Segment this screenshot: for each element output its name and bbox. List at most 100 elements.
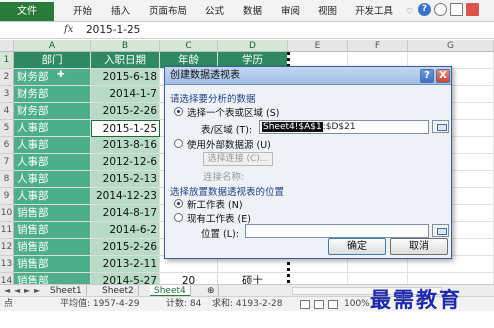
create-pivot-table-dialog: 创建数据透视表 ? X 请选择要分析的数据 选择一个表或区域 (S) 表/区域 … <box>164 66 452 259</box>
column-header-a[interactable]: A <box>14 40 91 52</box>
cell-dept[interactable]: 销售部 <box>14 256 91 273</box>
cell-date[interactable]: 2013-8-16 <box>91 137 160 154</box>
radio-select-table[interactable] <box>174 107 183 116</box>
column-header-g[interactable]: G <box>408 40 494 52</box>
cell-dept[interactable]: 销售部 <box>14 239 91 256</box>
ok-button[interactable]: 确定 <box>328 238 386 255</box>
restore-icon[interactable] <box>450 3 463 16</box>
row-header[interactable]: 4 <box>0 103 14 120</box>
cell-dept[interactable]: 人事部 <box>14 120 91 137</box>
zoom-level[interactable]: 100% <box>344 297 370 311</box>
section-choose-data: 请选择要分析的数据 <box>170 94 256 105</box>
cell-date[interactable]: 2015-1-25 <box>91 120 160 137</box>
cell-dept[interactable]: 人事部 <box>14 171 91 188</box>
label-location: 位置 (L): <box>201 229 239 240</box>
row-header[interactable]: 1 <box>0 52 14 69</box>
menu-data[interactable]: 数据 <box>243 2 262 21</box>
label-external-source[interactable]: 使用外部数据源 (U) <box>187 137 271 151</box>
row-header[interactable]: 11 <box>0 222 14 239</box>
row-header[interactable]: 5 <box>0 120 14 137</box>
cell-date[interactable]: 2014-12-23 <box>91 188 160 205</box>
label-connection-name: 连接名称: <box>203 172 245 183</box>
function-icon[interactable]: fx <box>64 24 73 35</box>
watermark-logo: 最需教育 <box>370 287 462 312</box>
dialog-help-button[interactable]: ? <box>420 69 434 83</box>
header-cell-date[interactable]: 入职日期 <box>91 52 160 69</box>
menu-insert[interactable]: 插入 <box>111 2 130 21</box>
cell-dept[interactable]: 财务部 <box>14 103 91 120</box>
cell-date[interactable]: 2015-2-26 <box>91 103 160 120</box>
row-header[interactable]: 3 <box>0 86 14 103</box>
column-header-c[interactable]: C <box>160 40 218 52</box>
status-ready: 点 <box>4 299 14 309</box>
help-icon[interactable]: ? <box>418 3 431 16</box>
menu-page-layout[interactable]: 页面布局 <box>149 2 187 21</box>
formula-input[interactable]: 2015-1-25 <box>86 24 140 36</box>
cell-date[interactable]: 2015-2-13 <box>91 171 160 188</box>
cell-date[interactable]: 2015-6-18 <box>91 69 160 86</box>
label-existing-sheet[interactable]: 现有工作表 (E) <box>187 211 251 225</box>
choose-connection-button[interactable]: 选择连接 (C)... <box>203 152 273 166</box>
page-layout-view-icon[interactable] <box>314 300 324 309</box>
cell-dept[interactable]: 人事部 <box>14 188 91 205</box>
cell-dept[interactable]: 人事部 <box>14 154 91 171</box>
range-value-rest: :$D$21 <box>322 122 356 132</box>
mouse-cursor-icon: ✚ <box>57 70 65 80</box>
status-average: 平均值: 1957-4-29 <box>60 299 140 309</box>
radio-new-sheet[interactable] <box>174 199 183 208</box>
menu-developer[interactable]: 开发工具 <box>355 2 393 21</box>
cell-dept[interactable]: 销售部 <box>14 222 91 239</box>
radio-existing-sheet[interactable] <box>174 213 183 222</box>
header-cell-dept[interactable]: 部门 <box>14 52 91 69</box>
label-new-sheet[interactable]: 新工作表 (N) <box>187 197 243 211</box>
cancel-button[interactable]: 取消 <box>390 238 448 255</box>
label-select-table[interactable]: 选择一个表或区域 (S) <box>187 105 279 119</box>
cell-date[interactable]: 2012-12-6 <box>91 154 160 171</box>
ribbon-menu-bar: 文件 开始 插入 页面布局 公式 数据 审阅 视图 开发工具 ♡ ? <box>0 0 494 22</box>
row-header[interactable]: 6 <box>0 137 14 154</box>
column-header-b[interactable]: B <box>91 40 160 52</box>
row-header[interactable]: 9 <box>0 188 14 205</box>
dialog-title: 创建数据透视表 <box>165 67 451 85</box>
file-tab[interactable]: 文件 <box>0 2 54 21</box>
cell-date[interactable]: 2013-2-11 <box>91 256 160 273</box>
row-header[interactable]: 8 <box>0 171 14 188</box>
row-header[interactable]: 12 <box>0 239 14 256</box>
menu-home[interactable]: 开始 <box>73 2 92 21</box>
menu-view[interactable]: 视图 <box>318 2 337 21</box>
formula-bar: fx 2015-1-25 <box>0 22 494 39</box>
select-all-corner[interactable] <box>0 40 14 52</box>
normal-view-icon[interactable] <box>300 300 310 309</box>
range-select-icon[interactable] <box>432 120 449 133</box>
minimize-icon[interactable] <box>434 3 447 16</box>
ribbon-collapse-icon[interactable]: ♡ <box>406 2 413 21</box>
dialog-close-button[interactable]: X <box>436 69 450 83</box>
table-range-input[interactable]: Sheet4!$A$1:$D$21 <box>259 120 429 134</box>
location-input[interactable] <box>245 224 429 238</box>
row-header[interactable]: 10 <box>0 205 14 222</box>
range-value-highlighted: Sheet4!$A$1 <box>262 122 323 132</box>
page-break-view-icon[interactable] <box>328 300 338 309</box>
location-select-icon[interactable] <box>432 224 449 237</box>
status-count: 计数: 84 <box>166 299 202 309</box>
cell-date[interactable]: 2014-8-17 <box>91 205 160 222</box>
row-header[interactable]: 13 <box>0 256 14 273</box>
cell-dept[interactable]: 财务部 <box>14 69 91 86</box>
menu-review[interactable]: 审阅 <box>281 2 300 21</box>
cell-date[interactable]: 2014-1-7 <box>91 86 160 103</box>
status-sum: 求和: 4193-2-28 <box>212 299 283 309</box>
cell-dept[interactable]: 人事部 <box>14 137 91 154</box>
column-header-d[interactable]: D <box>218 40 288 52</box>
cell-dept[interactable]: 销售部 <box>14 205 91 222</box>
row-header[interactable]: 7 <box>0 154 14 171</box>
radio-external-source[interactable] <box>174 139 183 148</box>
label-table-range: 表/区域 (T): <box>201 125 253 136</box>
column-header-e[interactable]: E <box>288 40 348 52</box>
menu-formulas[interactable]: 公式 <box>205 2 224 21</box>
row-header[interactable]: 2 <box>0 69 14 86</box>
cell-date[interactable]: 2015-2-26 <box>91 239 160 256</box>
column-header-f[interactable]: F <box>348 40 408 52</box>
cell-dept[interactable]: 财务部 <box>14 86 91 103</box>
cell-date[interactable]: 2014-6-2 <box>91 222 160 239</box>
close-window-icon[interactable] <box>466 3 479 16</box>
